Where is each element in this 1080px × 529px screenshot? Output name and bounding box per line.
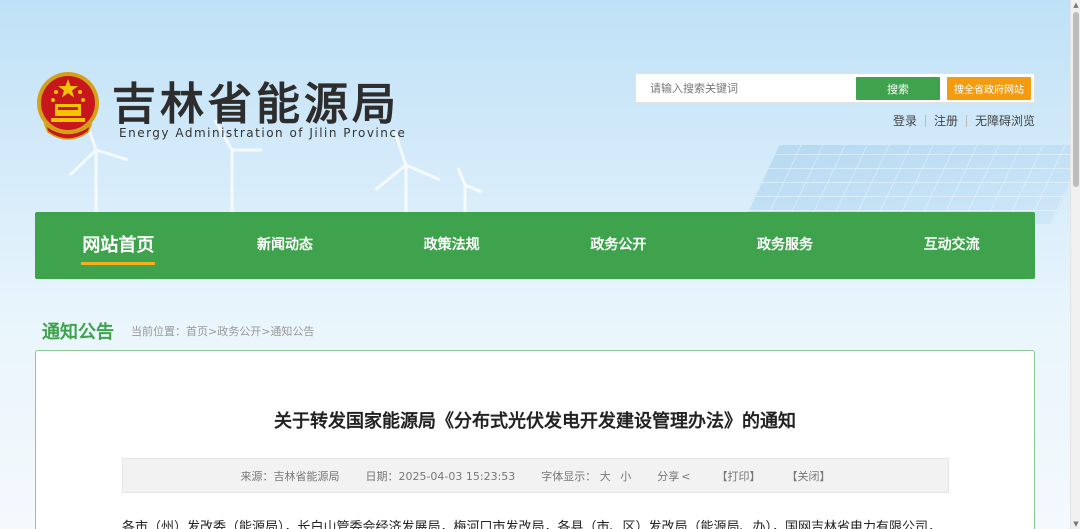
- meta-font-size: 字体显示： 大 小: [541, 469, 632, 483]
- font-small-button[interactable]: 小: [620, 470, 631, 483]
- article-panel: 关于转发国家能源局《分布式光伏发电开发建设管理办法》的通知 来源：吉林省能源局 …: [35, 350, 1035, 529]
- search-input[interactable]: [650, 78, 850, 98]
- register-link[interactable]: 注册: [926, 112, 966, 129]
- nav-item-government-affairs[interactable]: 政务公开: [535, 212, 702, 279]
- breadcrumb[interactable]: 当前位置：首页>政务公开>通知公告: [131, 323, 314, 339]
- search-button[interactable]: 搜索: [856, 77, 940, 100]
- nav-item-news[interactable]: 新闻动态: [202, 212, 369, 279]
- article-body: 各市（州）发改委（能源局），长白山管委会经济发展局，梅河口市发改局，各县（市、区…: [122, 520, 942, 529]
- scroll-down-icon[interactable]: ▼: [1072, 520, 1080, 528]
- print-button[interactable]: 【打印】: [717, 468, 761, 484]
- nav-item-interaction[interactable]: 互动交流: [868, 212, 1035, 279]
- scrollbar-thumb[interactable]: [1073, 12, 1079, 187]
- share-button[interactable]: 分享 <: [657, 468, 690, 484]
- font-large-button[interactable]: 大: [600, 470, 611, 483]
- close-button[interactable]: 【关闭】: [787, 468, 831, 484]
- article-meta-bar: 来源：吉林省能源局 日期：2025-04-03 15:23:53 字体显示： 大…: [122, 458, 949, 493]
- meta-date: 日期：2025-04-03 15:23:53: [365, 469, 516, 483]
- login-link[interactable]: 登录: [885, 112, 925, 129]
- nav-item-government-services[interactable]: 政务服务: [702, 212, 869, 279]
- nav-item-policies[interactable]: 政策法规: [368, 212, 535, 279]
- nav-item-home[interactable]: 网站首页: [35, 212, 202, 279]
- site-subtitle: Energy Administration of Jilin Province: [119, 126, 407, 140]
- search-all-gov-sites-button[interactable]: 搜全省政府网站: [947, 77, 1031, 100]
- user-links: 登录 注册 无障碍浏览: [885, 112, 1035, 129]
- accessibility-link[interactable]: 无障碍浏览: [967, 112, 1035, 129]
- scrollbar[interactable]: ▲ ▼: [1070, 0, 1080, 529]
- meta-source: 来源：吉林省能源局: [240, 469, 340, 483]
- search-box: 搜索 搜全省政府网站: [635, 73, 1035, 103]
- scroll-up-icon[interactable]: ▲: [1072, 1, 1080, 9]
- article-title: 关于转发国家能源局《分布式光伏发电开发建设管理办法》的通知: [274, 411, 796, 432]
- site-title: 吉林省能源局: [112, 79, 400, 130]
- national-emblem-logo: [37, 72, 99, 140]
- share-icon: <: [681, 469, 691, 483]
- main-navigation: 网站首页 新闻动态 政策法规 政务公开 政务服务 互动交流: [35, 212, 1035, 279]
- section-title: 通知公告: [42, 322, 114, 343]
